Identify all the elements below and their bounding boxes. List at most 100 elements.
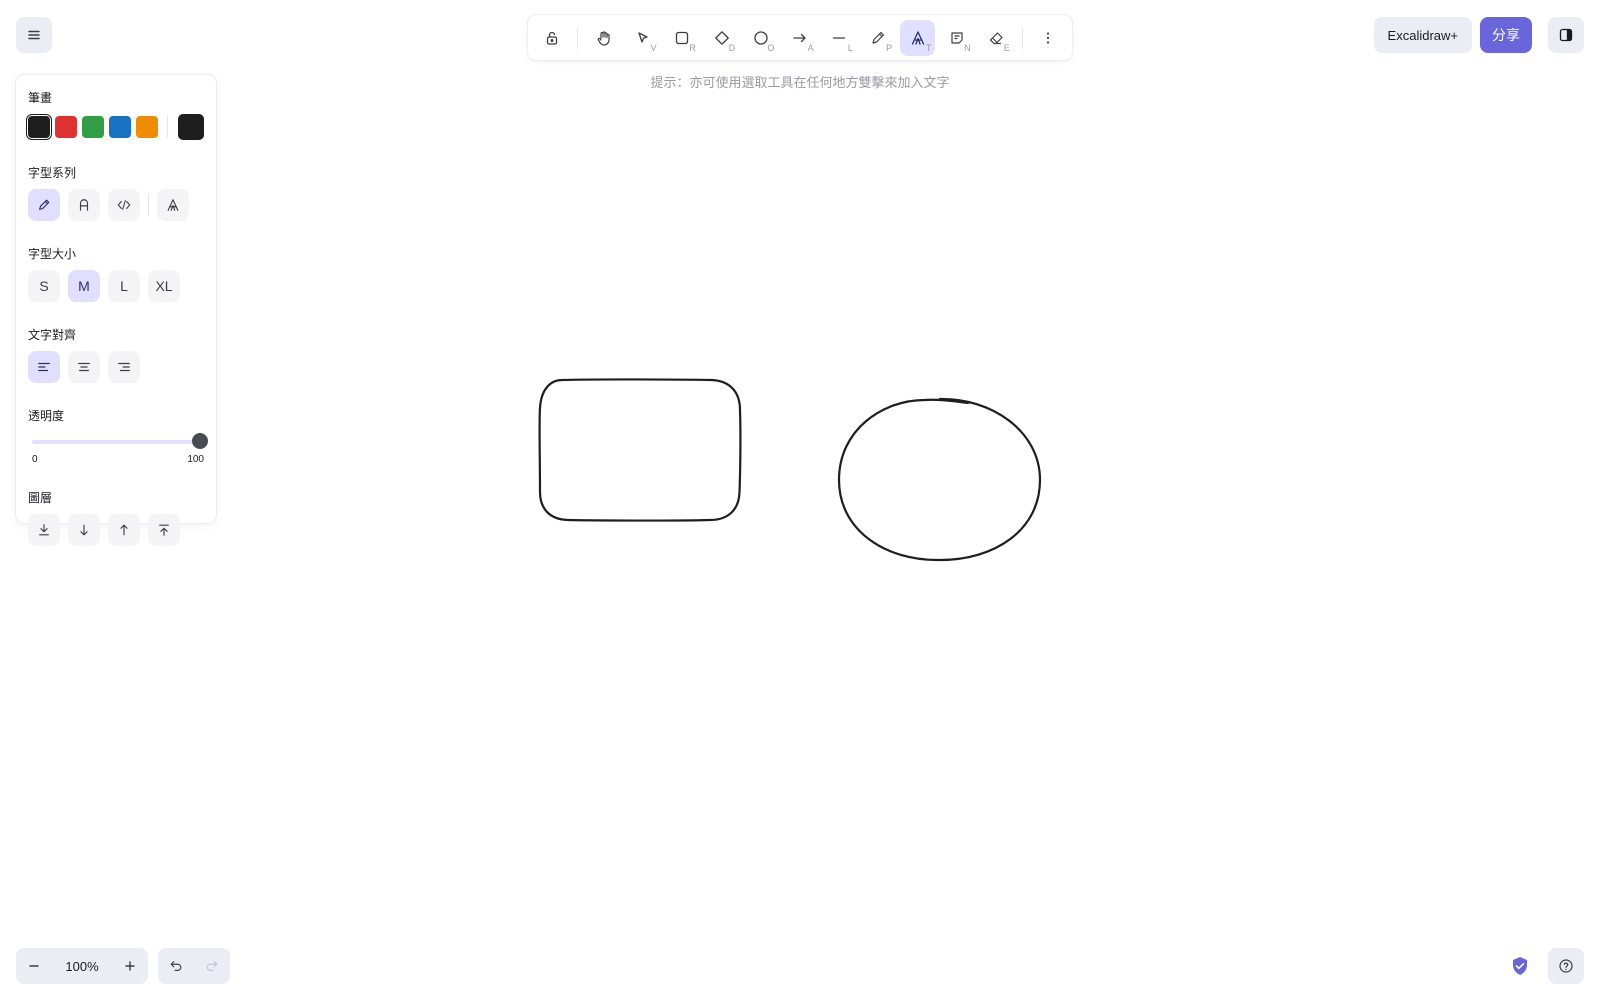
line-icon [833,36,846,39]
undo-icon [170,961,182,971]
font-size-l-button[interactable]: L [108,270,140,302]
font-size-xl-button[interactable]: XL [148,270,180,302]
zoom-out-button[interactable] [16,948,52,984]
ellipse-icon [754,30,768,45]
stroke-swatch-blue[interactable] [109,116,131,138]
font-picker-button[interactable] [157,189,189,221]
opacity-range-labels: 0 100 [28,454,204,465]
stroke-color-row [28,114,204,140]
tool-rectangle[interactable]: R [665,20,700,56]
align-center-button[interactable] [68,351,100,383]
help-icon [1559,959,1573,973]
eraser-icon [990,31,1003,44]
undo-button[interactable] [158,948,194,984]
zoom-controls: 100% [16,948,148,984]
tool-shortcut-key: T [925,42,932,53]
tool-shortcut-key: A [807,42,814,53]
tool-selection[interactable]: V [625,20,660,56]
font-code-button[interactable] [108,189,140,221]
tool-arrow[interactable]: A [782,20,817,56]
align-left-icon [38,362,50,372]
more-vertical-icon [1047,31,1050,44]
pencil-icon [872,31,885,44]
help-button[interactable] [1548,948,1584,984]
redo-icon [206,961,218,971]
bring-forward-button[interactable] [108,514,140,546]
font-family-row [28,189,204,221]
opacity-min-label: 0 [32,454,38,465]
tool-shortcut-key: D [728,42,736,53]
font-size-m-button[interactable]: M [68,270,100,302]
font-normal-button[interactable] [68,189,100,221]
zoom-in-button[interactable] [112,948,148,984]
layers-title: 圖層 [28,491,53,505]
tool-more[interactable] [1031,20,1066,56]
font-size-row: S M L XL [28,270,204,302]
send-backward-button[interactable] [68,514,100,546]
font-hand-drawn-button[interactable] [28,189,60,221]
arrow-icon [793,33,806,42]
diamond-icon [714,30,729,45]
tool-lock[interactable] [534,20,569,56]
toolbar-divider [577,26,579,49]
zoom-reset-button[interactable]: 100% [52,959,112,974]
redo-button[interactable] [194,948,230,984]
top-right-actions: Excalidraw+ 分享 [1373,17,1584,53]
stroke-swatch-orange[interactable] [136,116,158,138]
arrow-up-icon [120,524,128,536]
tool-shortcut-key: O [767,42,775,53]
font-normal-icon [79,199,89,211]
share-button[interactable]: 分享 [1480,17,1532,53]
tool-note[interactable]: N [939,20,974,56]
properties-panel: 筆畫 字型系列 字型大小 S M L XL 文字對齊 透明度 0 100 圖層 [16,75,216,546]
stroke-custom-color-button[interactable] [178,114,204,140]
send-to-back-button[interactable] [28,514,60,546]
tool-line[interactable]: L [822,20,857,56]
hand-icon [597,30,610,46]
tool-diamond[interactable]: D [704,20,739,56]
lock-open-icon [546,31,557,45]
opacity-title: 透明度 [28,409,65,423]
tool-text[interactable]: T [900,19,936,56]
align-left-button[interactable] [28,351,60,383]
bring-to-front-icon [159,524,169,536]
align-center-icon [78,362,90,372]
excalidraw-plus-button[interactable]: Excalidraw+ [1373,17,1472,53]
encryption-shield-icon[interactable] [1508,954,1532,978]
font-size-s-button[interactable]: S [28,270,60,302]
hamburger-icon [28,30,40,40]
main-menu-button[interactable] [16,17,52,53]
tool-eraser[interactable]: E [979,20,1014,56]
pencil-icon [39,199,50,210]
tool-shortcut-key: N [964,42,971,53]
canvas-ellipse[interactable] [837,397,1042,562]
text-icon [911,30,924,45]
excalidraw-app: V R D O A L P T N E 提示：亦可使用選取工具在任何地方雙擊來加… [0,0,1600,1000]
opacity-slider-track [32,440,200,444]
send-to-back-icon [39,524,49,536]
note-icon [951,31,963,44]
drawing-canvas[interactable] [0,0,1600,1000]
undo-redo-controls [158,948,230,984]
tool-hand[interactable] [586,20,621,56]
opacity-slider[interactable] [32,432,208,450]
stroke-swatch-green[interactable] [82,116,104,138]
font-family-title: 字型系列 [28,166,77,180]
stroke-swatch-red[interactable] [55,116,77,138]
bring-to-front-button[interactable] [148,514,180,546]
opacity-slider-thumb[interactable] [192,433,208,449]
tool-draw[interactable]: P [861,20,896,56]
tool-shortcut-key: E [1003,42,1010,53]
font-size-title: 字型大小 [28,247,77,261]
stroke-swatch-black[interactable] [28,116,50,138]
tool-shortcut-key: L [847,42,853,53]
align-right-button[interactable] [108,351,140,383]
opacity-max-label: 100 [187,454,204,465]
sidebar-icon [1559,28,1573,42]
toolbar-divider [1021,26,1023,49]
library-button[interactable] [1548,17,1584,53]
tool-ellipse[interactable]: O [743,20,778,56]
canvas-rounded-rectangle[interactable] [538,378,742,522]
tool-shortcut-key: R [689,42,696,53]
pointer-icon [638,31,648,43]
